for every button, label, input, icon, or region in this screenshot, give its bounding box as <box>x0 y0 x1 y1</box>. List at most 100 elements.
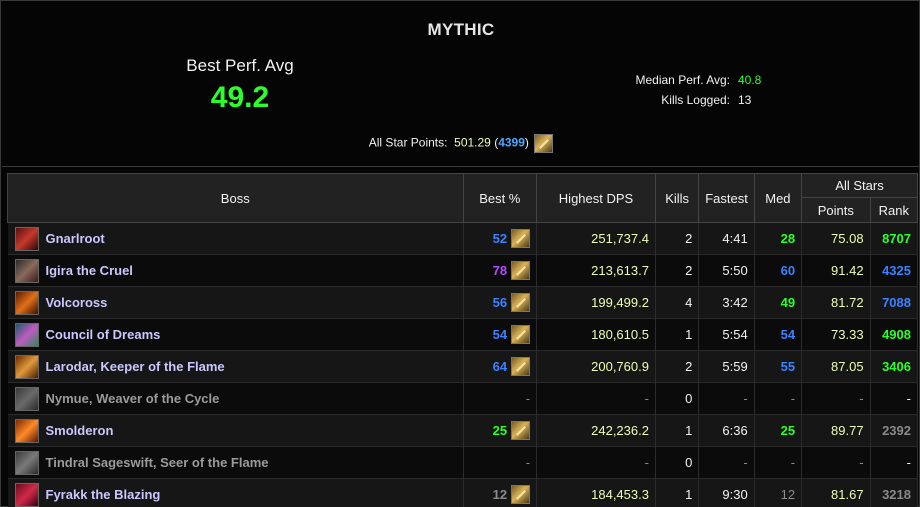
best-percent: 25 <box>492 423 508 438</box>
kills: 2 <box>655 350 700 383</box>
median: 28 <box>754 222 803 255</box>
table-row[interactable]: Tindral Sageswift, Seer of the Flame - -… <box>7 446 919 479</box>
rank: 2392 <box>870 414 919 447</box>
boss-name[interactable]: Larodar, Keeper of the Flame <box>46 359 225 374</box>
boss-name[interactable]: Fyrakk the Blazing <box>46 487 161 502</box>
fastest: 5:59 <box>698 350 755 383</box>
best-percent: 52 <box>492 231 508 246</box>
boss-name[interactable]: Nymue, Weaver of the Cycle <box>46 391 220 406</box>
boss-name[interactable]: Gnarlroot <box>46 231 105 246</box>
best-percent: 78 <box>492 263 508 278</box>
fastest: 6:36 <box>698 414 755 447</box>
volcoross-icon <box>14 290 39 315</box>
kills: 0 <box>655 382 700 415</box>
allstar-label: All Star Points: <box>368 135 448 150</box>
boss-name[interactable]: Tindral Sageswift, Seer of the Flame <box>46 455 269 470</box>
points: 89.77 <box>801 414 871 447</box>
fastest: 5:50 <box>698 254 755 287</box>
points: - <box>801 446 871 479</box>
points: 73.33 <box>801 318 871 351</box>
points: 81.72 <box>801 286 871 319</box>
header-kills[interactable]: Kills <box>654 173 700 223</box>
fastest: 4:41 <box>698 222 755 255</box>
highest-dps: 184,453.3 <box>536 478 656 507</box>
boss-name[interactable]: Council of Dreams <box>46 327 161 342</box>
header-fastest[interactable]: Fastest <box>698 173 755 223</box>
fastest: 9:30 <box>698 478 755 507</box>
highest-dps: 242,236.2 <box>536 414 656 447</box>
table-row[interactable]: Nymue, Weaver of the Cycle - - 0 - - - - <box>7 382 919 415</box>
header-boss[interactable]: Boss <box>7 173 464 223</box>
table-row[interactable]: Volcoross 56 199,499.2 4 3:42 49 81.72 7… <box>7 286 919 319</box>
kills: 1 <box>655 414 700 447</box>
rank: 8707 <box>870 222 919 255</box>
points: 81.67 <box>801 478 871 507</box>
median: - <box>754 382 803 415</box>
allstar-summary: All Star Points: 501.29 (4399) <box>1 134 920 153</box>
igira-icon <box>14 258 39 283</box>
stats-values: 40.8 13 <box>738 70 798 110</box>
divider <box>2 166 919 167</box>
highest-dps: - <box>536 446 656 479</box>
fastest: 5:54 <box>698 318 755 351</box>
kills: 0 <box>655 446 700 479</box>
rank: 4908 <box>870 318 919 351</box>
median: 12 <box>754 478 803 507</box>
median: 49 <box>754 286 803 319</box>
kills: 4 <box>655 286 700 319</box>
larodar-icon <box>14 354 39 379</box>
gnarlroot-icon <box>14 226 39 251</box>
header-points[interactable]: Points <box>801 197 871 223</box>
kills: 1 <box>655 478 700 507</box>
rank: - <box>870 382 919 415</box>
median: 54 <box>754 318 803 351</box>
spec-icon <box>511 325 531 344</box>
kills-logged-value: 13 <box>738 93 752 107</box>
fastest: - <box>698 446 755 479</box>
allstar-rank[interactable]: 4399 <box>498 136 525 150</box>
spec-icon <box>534 134 554 153</box>
highest-dps: 251,737.4 <box>536 222 656 255</box>
header-allstars: All Stars <box>801 173 918 198</box>
tindral-icon <box>14 450 39 475</box>
best-perf-value: 49.2 <box>210 81 270 114</box>
spec-icon <box>511 485 531 504</box>
kills: 2 <box>655 254 700 287</box>
difficulty-title: MYTHIC <box>427 20 495 39</box>
spec-icon <box>511 229 531 248</box>
header-best[interactable]: Best % <box>462 173 538 223</box>
kills-logged-label: Kills Logged: <box>661 93 730 107</box>
fastest: - <box>698 382 755 415</box>
best-percent: - <box>463 382 538 415</box>
best-percent: 12 <box>492 487 508 502</box>
table-row[interactable]: Larodar, Keeper of the Flame 64 200,760.… <box>7 350 919 383</box>
points: 91.42 <box>801 254 871 287</box>
table-row[interactable]: Smolderon 25 242,236.2 1 6:36 25 89.77 2… <box>7 414 919 447</box>
kills: 2 <box>655 222 700 255</box>
fyrakk-icon <box>14 482 39 507</box>
header-med[interactable]: Med <box>753 173 803 223</box>
highest-dps: 213,613.7 <box>536 254 656 287</box>
table-row[interactable]: Council of Dreams 54 180,610.5 1 5:54 54… <box>7 318 919 351</box>
boss-table: Boss Best % Highest DPS Kills Fastest Me… <box>7 173 919 507</box>
mythic-summary-panel: MYTHIC Best Perf. Avg 49.2 Median Perf. … <box>0 0 920 507</box>
rank: 4325 <box>870 254 919 287</box>
rank: 7088 <box>870 286 919 319</box>
allstar-paren-close: ) <box>524 135 529 150</box>
fastest: 3:42 <box>698 286 755 319</box>
spec-icon <box>511 261 531 280</box>
header-dps[interactable]: Highest DPS <box>536 173 656 223</box>
points: 75.08 <box>801 222 871 255</box>
boss-name[interactable]: Volcoross <box>46 295 108 310</box>
table-row[interactable]: Igira the Cruel 78 213,613.7 2 5:50 60 9… <box>7 254 919 287</box>
table-row[interactable]: Fyrakk the Blazing 12 184,453.3 1 9:30 1… <box>7 478 919 507</box>
highest-dps: 200,760.9 <box>536 350 656 383</box>
table-row[interactable]: Gnarlroot 52 251,737.4 2 4:41 28 75.08 8… <box>7 222 919 255</box>
boss-name[interactable]: Smolderon <box>46 423 114 438</box>
highest-dps: 199,499.2 <box>536 286 656 319</box>
points: 87.05 <box>801 350 871 383</box>
boss-name[interactable]: Igira the Cruel <box>46 263 133 278</box>
median: - <box>754 446 803 479</box>
header-rank[interactable]: Rank <box>869 197 919 223</box>
best-percent: - <box>463 446 538 479</box>
